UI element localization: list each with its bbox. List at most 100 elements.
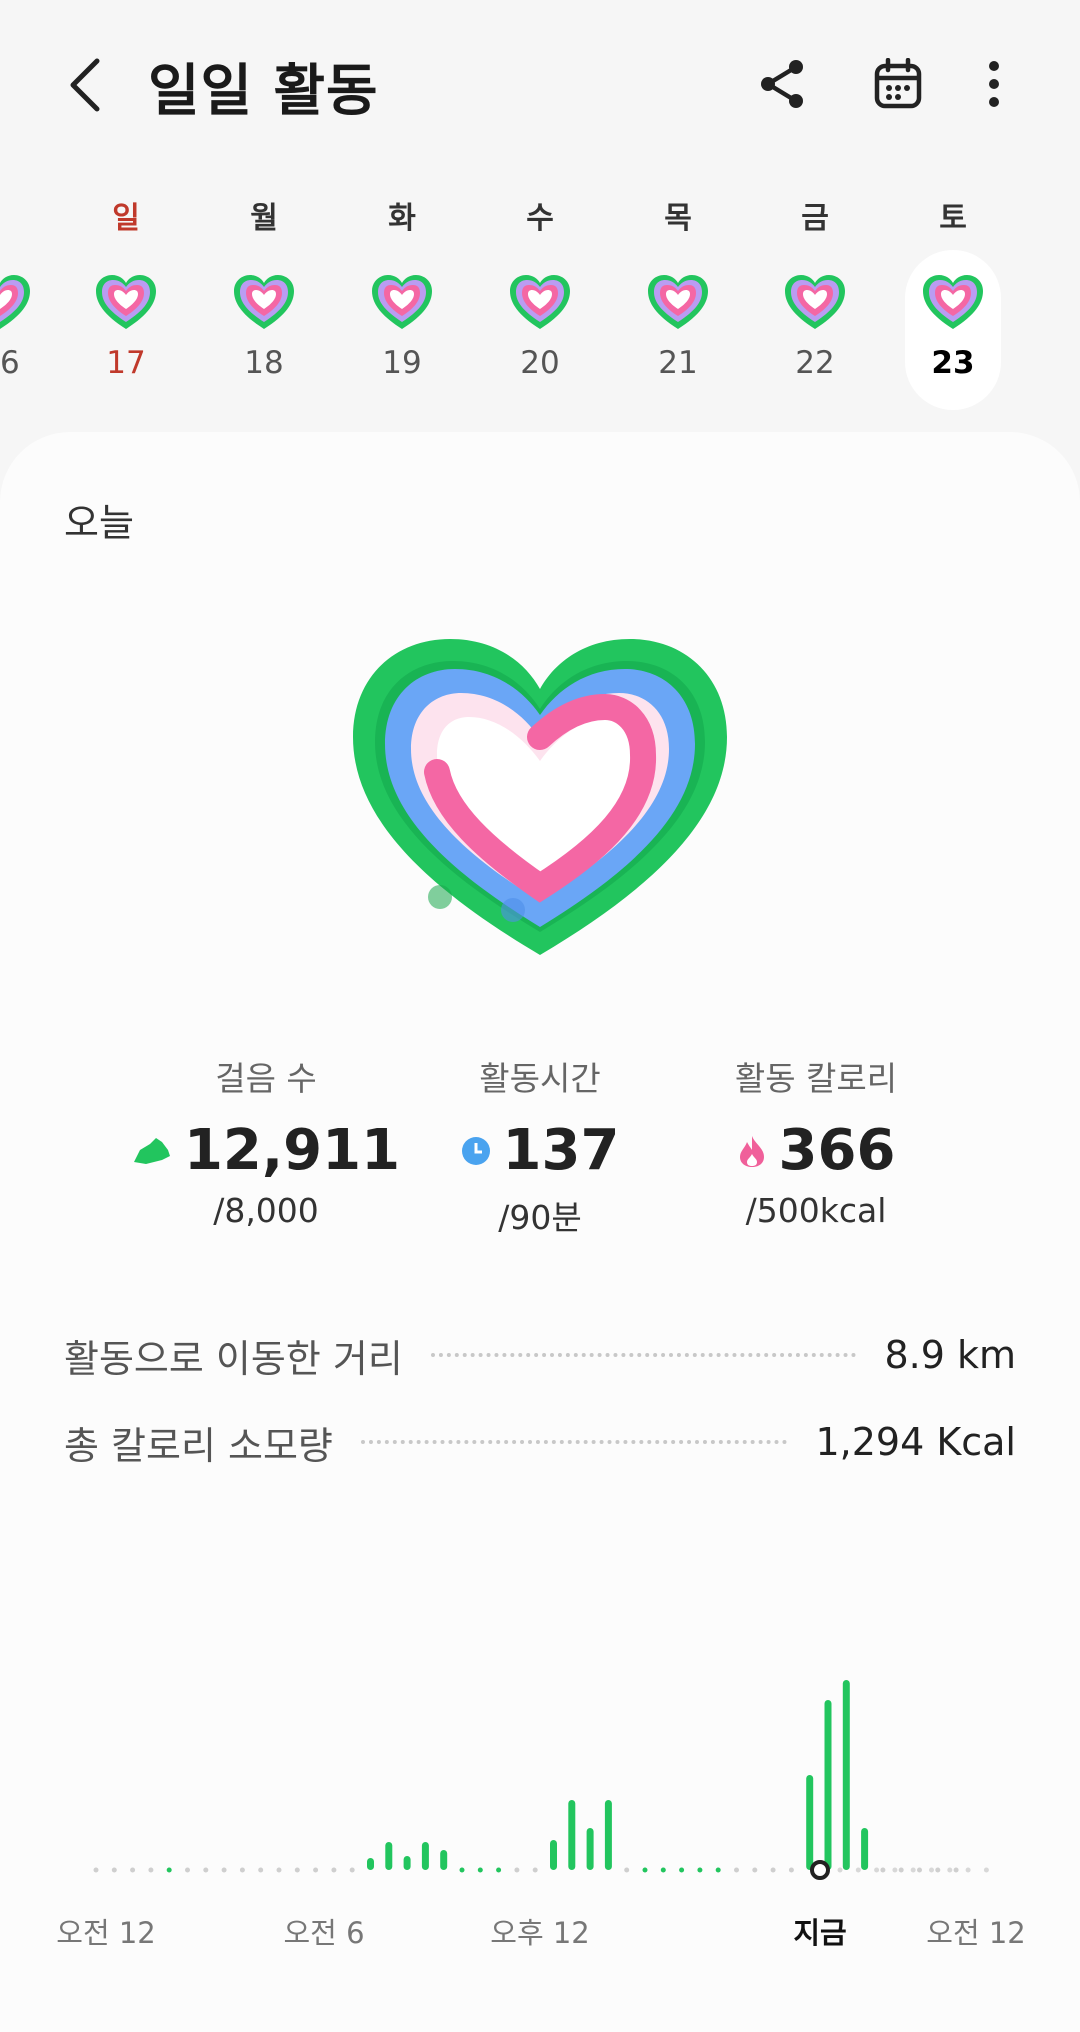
chart-baseline-dot	[203, 1867, 209, 1873]
chart-baseline-dot	[624, 1867, 630, 1873]
stat-label: 활동시간	[479, 1059, 601, 1098]
activity-card: 오늘 걸음 수 12,911 /8,000 활동시간 137 /90분 활동 칼…	[0, 432, 1080, 2032]
mini-heart-icon	[0, 275, 30, 329]
chart-baseline-dot	[93, 1867, 99, 1873]
chart-baseline-dot	[935, 1867, 941, 1873]
flame-icon	[739, 1135, 764, 1167]
chart-future-dot	[947, 1867, 953, 1873]
chart-baseline-dot	[276, 1867, 282, 1873]
mini-heart-icon	[234, 275, 294, 329]
chart-bar	[806, 1775, 814, 1870]
dotted-leader	[430, 1353, 857, 1357]
chart-baseline-dot	[459, 1867, 465, 1873]
dow-label: 일	[112, 201, 140, 236]
day-number: 21	[658, 345, 698, 381]
day-number: 19	[382, 345, 422, 381]
chart-baseline-dot	[514, 1867, 520, 1873]
chart-bar	[421, 1842, 429, 1870]
chart-baseline-dot	[953, 1867, 959, 1873]
day-number: 17	[106, 345, 146, 381]
chart-future-dot	[929, 1867, 934, 1873]
chart-baseline-dot	[788, 1867, 794, 1873]
calendar-button[interactable]	[866, 52, 930, 116]
stat-active-time[interactable]: 활동시간 137 /90분	[390, 1052, 690, 1239]
chart-baseline-dot	[770, 1867, 776, 1873]
stat-goal: /500kcal	[745, 1191, 887, 1230]
day-item-23-selected[interactable]: 23	[905, 250, 1001, 410]
chart-baseline-dot	[349, 1867, 355, 1873]
day-item-19[interactable]: 19	[354, 255, 450, 405]
chart-bar	[568, 1800, 576, 1870]
chart-baseline-dot	[313, 1867, 319, 1873]
chart-baseline-dot	[166, 1867, 172, 1873]
chart-baseline-dot	[185, 1867, 190, 1873]
total-calories-value: 1,294 Kcal	[815, 1420, 1016, 1464]
more-options-button[interactable]	[962, 52, 1026, 116]
day-number: 16	[0, 345, 20, 381]
day-item-17[interactable]: 17	[78, 255, 174, 405]
chart-future-dot	[983, 1867, 989, 1873]
chart-baseline-dot	[239, 1867, 245, 1873]
back-button[interactable]	[55, 50, 115, 120]
day-item-21[interactable]: 21	[630, 255, 726, 405]
chart-baseline-dot	[752, 1867, 758, 1873]
mini-heart-icon	[96, 275, 156, 329]
share-button[interactable]	[750, 52, 814, 116]
today-label: 오늘	[64, 501, 134, 545]
week-selector: 16 일 월 화 수 목 금 토 17 18 19 20 21 22 23	[0, 185, 1080, 415]
total-calories-row: 총 칼로리 소모량 1,294 Kcal	[64, 1412, 1016, 1472]
back-arrow-icon	[70, 58, 100, 112]
chart-future-dot	[874, 1867, 880, 1873]
chart-bar	[385, 1842, 393, 1870]
chart-baseline-dot	[258, 1867, 264, 1873]
stat-value: 137	[502, 1118, 620, 1183]
chart-baseline-dot	[715, 1867, 721, 1873]
stat-goal: /8,000	[213, 1191, 319, 1230]
mini-heart-icon	[923, 275, 983, 329]
hourly-activity-chart: 오전 12 오전 6 오후 12 지금 오전 12	[0, 1632, 1080, 1962]
dotted-leader	[360, 1440, 788, 1444]
chart-future-dot	[855, 1867, 861, 1873]
x-tick-label: 오전 12	[926, 1916, 1026, 1950]
day-item-18[interactable]: 18	[216, 255, 312, 405]
chart-baseline-dot	[898, 1867, 904, 1873]
day-item-22[interactable]: 22	[767, 255, 863, 405]
mini-heart-icon	[510, 275, 570, 329]
distance-label: 활동으로 이동한 거리	[64, 1336, 403, 1381]
chart-plot	[93, 1680, 989, 1880]
mini-heart-icon	[372, 275, 432, 329]
day-item-20[interactable]: 20	[492, 255, 588, 405]
chart-baseline-dot	[130, 1867, 136, 1873]
chart-bar	[367, 1858, 374, 1870]
current-time-marker	[810, 1860, 830, 1880]
day-number: 22	[795, 345, 835, 381]
stat-steps[interactable]: 걸음 수 12,911 /8,000	[116, 1052, 416, 1230]
dow-label: 금	[801, 201, 829, 236]
dow-label: 월	[250, 201, 278, 236]
chart-bar	[440, 1850, 448, 1870]
chart-baseline-dot	[111, 1867, 117, 1873]
x-tick-label: 오전 12	[56, 1916, 156, 1950]
share-icon	[761, 60, 803, 108]
chart-bar	[586, 1828, 594, 1870]
chart-bar	[842, 1680, 850, 1870]
day-number: 23	[931, 345, 975, 381]
chart-baseline-dot	[221, 1867, 227, 1873]
chart-baseline-dot	[477, 1867, 483, 1873]
chart-baseline-dot	[917, 1867, 922, 1873]
more-vertical-icon	[989, 61, 999, 107]
stat-value: 366	[778, 1118, 896, 1183]
calendar-icon	[874, 58, 922, 109]
stat-active-calories[interactable]: 활동 칼로리 366 /500kcal	[666, 1052, 966, 1230]
chart-baseline-dot	[734, 1867, 739, 1873]
chart-baseline-dot	[331, 1867, 337, 1873]
top-app-bar: 일일 활동	[0, 0, 1080, 170]
dow-label: 목	[664, 201, 692, 236]
chart-baseline-dot	[880, 1867, 886, 1873]
day-item-partial[interactable]: 16	[0, 255, 48, 405]
day-number: 20	[520, 345, 560, 381]
chart-future-dot	[910, 1867, 916, 1873]
page-title: 일일 활동	[148, 59, 379, 124]
distance-value: 8.9 km	[884, 1333, 1016, 1377]
chart-baseline-dot	[496, 1867, 502, 1873]
